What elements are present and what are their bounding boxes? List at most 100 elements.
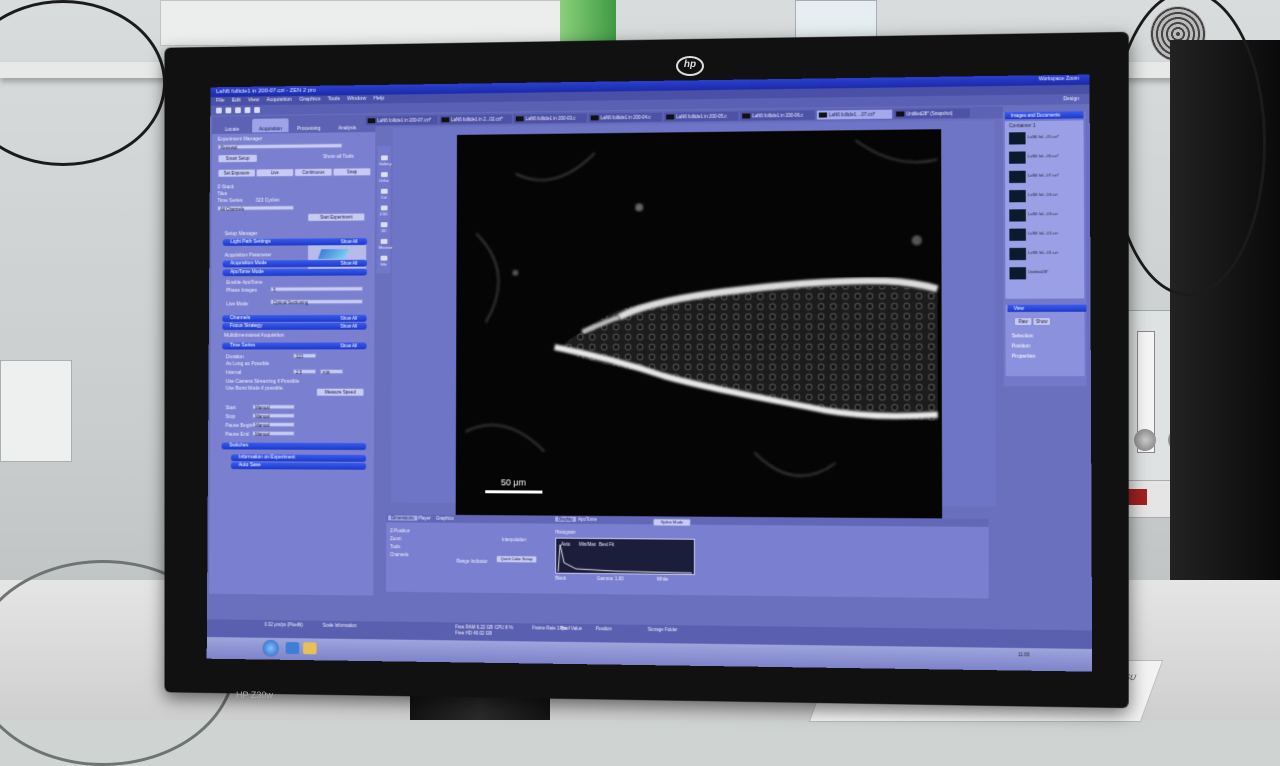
- list-item[interactable]: LaN6 fol...01.czi: [1009, 246, 1082, 262]
- images-documents-header[interactable]: Images and Documents: [1005, 111, 1084, 119]
- auto-save-bar[interactable]: Auto Save: [231, 462, 366, 470]
- tiles-checkbox[interactable]: Tiles: [217, 191, 227, 197]
- view-info-button[interactable]: Info: [379, 256, 389, 267]
- redo-icon[interactable]: [254, 107, 260, 113]
- pause-end-select[interactable]: Manual: [252, 431, 294, 436]
- doc-tab[interactable]: LaN6 follicle1 in 200-07.czi*: [366, 116, 438, 126]
- undo-icon[interactable]: [245, 107, 251, 113]
- enable-apotome-checkbox[interactable]: Enable ApoTome: [226, 280, 262, 286]
- list-item[interactable]: LaN6 fol...07.czi*: [1009, 169, 1082, 185]
- information-on-experiment-bar[interactable]: Information on Experiment: [231, 454, 366, 461]
- smart-setup-button[interactable]: Smart Setup: [218, 154, 258, 163]
- stop-select[interactable]: Manual: [252, 413, 294, 418]
- tab-acquisition[interactable]: Acquisition: [252, 118, 288, 132]
- menu-view[interactable]: View: [248, 97, 259, 103]
- list-item[interactable]: LaN6 fol...04.czi: [1009, 188, 1082, 204]
- live-mode-select[interactable]: Optical Sectioning: [270, 299, 363, 304]
- histogram-chart[interactable]: [555, 538, 695, 575]
- focus-strategy-bar[interactable]: Focus Strategy Show All: [222, 323, 366, 330]
- tab-player[interactable]: Player: [415, 516, 433, 521]
- folder-icon[interactable]: [303, 642, 317, 654]
- menu-graphics[interactable]: Graphics: [299, 96, 320, 102]
- z-stack-checkbox[interactable]: Z-Stack: [217, 184, 233, 190]
- tab-apotome[interactable]: ApoTome: [575, 517, 600, 522]
- menu-tools[interactable]: Tools: [328, 96, 340, 102]
- tab-graphics[interactable]: Graphics: [433, 516, 457, 521]
- setup-manager-header[interactable]: Setup Manager: [225, 231, 258, 237]
- time-series-bar[interactable]: Time Series Show All: [222, 342, 367, 349]
- microscopy-image[interactable]: 50 μm: [456, 129, 942, 518]
- storage-folder-status[interactable]: Storage Folder: [648, 627, 678, 633]
- acquisition-mode-bar[interactable]: Acquisition Mode Show All: [223, 260, 367, 268]
- time-series-checkbox[interactable]: Time Series: [217, 198, 242, 204]
- doc-tab[interactable]: LaN6 follicle1 in 200-03.c: [514, 114, 587, 124]
- list-item[interactable]: Untitled28*: [1009, 266, 1082, 282]
- show-all-toggle[interactable]: Show All: [341, 238, 358, 245]
- show-all-tools-checkbox[interactable]: Show all Tools: [323, 154, 354, 160]
- view-position[interactable]: Position: [1012, 343, 1030, 349]
- auto-checkbox[interactable]: Auto: [561, 542, 570, 547]
- interval-unit-select[interactable]: min: [320, 369, 343, 374]
- use-burst-mode-checkbox[interactable]: Use Burst Mode if possible: [226, 386, 283, 392]
- use-camera-streaming-checkbox[interactable]: Use Camera Streaming if Possible: [226, 379, 299, 385]
- tab-dimensions[interactable]: Dimensions: [388, 515, 417, 520]
- clock[interactable]: 11:06: [1018, 652, 1029, 657]
- light-path-settings-bar[interactable]: Light Path Settings Show All: [223, 238, 367, 246]
- pause-begin-select[interactable]: Manual: [252, 422, 294, 427]
- scale-information-status[interactable]: Scale Information: [323, 623, 357, 629]
- gamma-value[interactable]: 1.00: [615, 576, 624, 581]
- tab-display[interactable]: Display: [555, 517, 576, 522]
- doc-tab[interactable]: LaN6 follicle1 in 200-05.c: [664, 112, 738, 122]
- interval-input[interactable]: 2.5: [293, 369, 316, 374]
- menu-edit[interactable]: Edit: [232, 98, 241, 104]
- save-icon[interactable]: [226, 107, 232, 113]
- open-icon[interactable]: [216, 108, 222, 114]
- view-3d-button[interactable]: 3D: [379, 222, 389, 233]
- view-ortho-button[interactable]: Ortho: [379, 172, 389, 183]
- view-25d-button[interactable]: 2.5D: [379, 205, 389, 216]
- view-selection[interactable]: Selection: [1012, 333, 1033, 339]
- range-indicator-checkbox[interactable]: Range Indicator: [456, 559, 487, 564]
- spline-mode-button[interactable]: Spline Mode: [653, 518, 691, 526]
- start-select[interactable]: Manual: [252, 404, 294, 409]
- list-item[interactable]: LaN6 fol...03.czi: [1009, 208, 1082, 224]
- best-fit-button[interactable]: Best Fit: [599, 542, 614, 547]
- channels-select[interactable]: All Channels: [217, 205, 294, 211]
- experiment-select[interactable]: Renewal: [218, 143, 343, 149]
- show-all-toggle[interactable]: Show All: [340, 342, 357, 349]
- tab-analysis[interactable]: Analysis: [329, 117, 366, 131]
- show-all-toggle[interactable]: Show All: [340, 315, 357, 322]
- snap-button[interactable]: Snap: [333, 167, 372, 176]
- menu-window[interactable]: Window: [347, 96, 366, 102]
- show-button[interactable]: Show: [1032, 317, 1051, 326]
- tab-processing[interactable]: Processing: [290, 118, 327, 132]
- acquisition-parameter-header[interactable]: Acquisition Parameter: [225, 252, 272, 258]
- multidimensional-acquisition-header[interactable]: Multidimensional Acquisition: [224, 333, 284, 339]
- doc-tab[interactable]: Untitled28* (Snapshot): [894, 109, 970, 119]
- phase-images-input[interactable]: 5: [270, 286, 363, 291]
- ie-icon[interactable]: [286, 642, 300, 654]
- raw-button[interactable]: Raw: [1014, 317, 1033, 326]
- duration-input[interactable]: 323: [293, 353, 316, 358]
- min-max-button[interactable]: Min/Max: [579, 542, 596, 547]
- doc-tab-active[interactable]: LaN6 follicle1 ...07.czi*: [817, 110, 892, 120]
- list-item[interactable]: LaN6 fol...02.czi: [1009, 227, 1082, 243]
- live-button[interactable]: Live: [256, 168, 294, 177]
- tab-locate[interactable]: Locate: [214, 119, 250, 133]
- continuous-button[interactable]: Continuous: [294, 168, 333, 177]
- show-all-toggle[interactable]: Show All: [340, 323, 357, 330]
- doc-tab[interactable]: LaN6 follicle1 in 2...02.czi*: [439, 115, 511, 125]
- list-item[interactable]: LaN6 fol...06.czi*: [1009, 150, 1082, 166]
- view-gallery-button[interactable]: Gallery: [379, 155, 389, 166]
- start-button[interactable]: [262, 640, 278, 657]
- menu-file[interactable]: File: [216, 98, 224, 104]
- menu-help[interactable]: Help: [373, 96, 384, 102]
- channels-bar[interactable]: Channels Show All: [222, 315, 366, 322]
- measure-speed-button[interactable]: Measure Speed: [316, 388, 364, 397]
- as-long-as-possible-checkbox[interactable]: As Long as Possible: [226, 361, 269, 367]
- view-measure-button[interactable]: Measure: [379, 239, 389, 250]
- doc-tab[interactable]: LaN6 follicle1 in 200-06.c: [740, 111, 815, 121]
- switches-bar[interactable]: Switches: [221, 443, 366, 450]
- start-experiment-button[interactable]: Start Experiment: [307, 213, 365, 222]
- set-exposure-button[interactable]: Set Exposure: [217, 169, 255, 178]
